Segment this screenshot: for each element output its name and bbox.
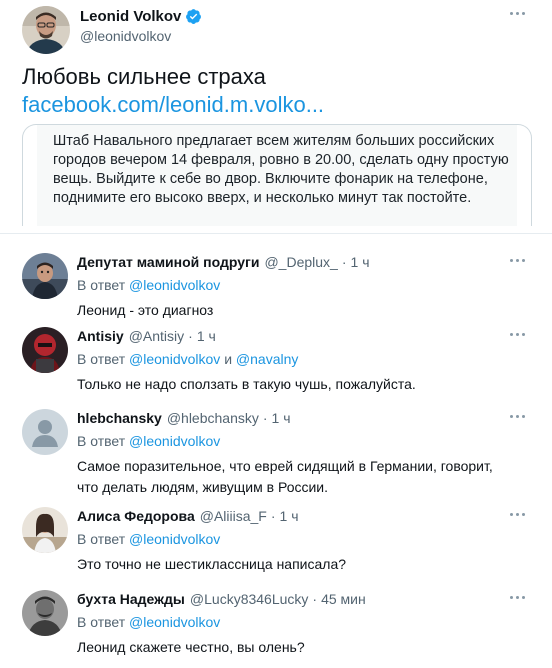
reply-author-name[interactable]: Депутат маминой подруги (77, 254, 259, 270)
link-preview-text: Штаб Навального предлагает всем жителям … (53, 133, 509, 206)
reply-timestamp[interactable]: 1 ч (272, 410, 291, 426)
mention-link[interactable]: @leonidvolkov (129, 614, 220, 630)
reply-header: бухта Надежды @Lucky8346Lucky · 45 мин (77, 591, 366, 607)
reply-text: Самое поразительное, что еврей сидящий в… (77, 458, 493, 495)
reply-author-name[interactable]: Алиса Федорова (77, 508, 195, 524)
reply-author-handle[interactable]: @Antisiy (129, 328, 184, 344)
separator: · (312, 591, 318, 607)
reply-text: Только не надо сползать в такую чушь, по… (77, 376, 416, 392)
reply-timestamp[interactable]: 1 ч (280, 508, 299, 524)
separator: · (341, 254, 347, 270)
tweet-text: Любовь сильнее страха (22, 64, 266, 89)
default-avatar-icon[interactable] (22, 409, 68, 455)
reply-header: Алиса Федорова @Aliiisa_F · 1 ч (77, 508, 299, 524)
avatar[interactable] (22, 327, 68, 373)
reply-timestamp[interactable]: 1 ч (197, 328, 216, 344)
more-options-icon[interactable] (510, 331, 530, 337)
in-reply-to: В ответ @leonidvolkov и @navalny (77, 351, 298, 367)
mention-link[interactable]: @leonidvolkov (129, 277, 220, 293)
mention-link[interactable]: @leonidvolkov (129, 531, 220, 547)
conjunction: и (224, 351, 233, 367)
reply-timestamp[interactable]: 45 мин (321, 591, 366, 607)
in-reply-to: В ответ @leonidvolkov (77, 433, 220, 449)
link-preview-card[interactable]: Штаб Навального предлагает всем жителям … (22, 124, 532, 226)
in-reply-label: В ответ (77, 614, 126, 630)
author-avatar[interactable] (22, 6, 70, 54)
more-options-icon[interactable] (510, 10, 530, 16)
divider (0, 233, 552, 234)
mention-link[interactable]: @leonidvolkov (129, 433, 220, 449)
mention-link[interactable]: @leonidvolkov (129, 351, 220, 367)
reply-author-handle[interactable]: @_Deplux_ (264, 254, 337, 270)
reply-header: hlebchansky @hlebchansky · 1 ч (77, 410, 291, 426)
reply-text: Леонид - это диагноз (77, 302, 214, 318)
more-options-icon[interactable] (510, 594, 530, 600)
tweet-link[interactable]: facebook.com/leonid.m.volko... (22, 92, 324, 118)
author-name[interactable]: Leonid Volkov (80, 8, 202, 25)
in-reply-label: В ответ (77, 531, 126, 547)
separator: · (188, 328, 193, 344)
reply-tweet[interactable]: Antisiy @Antisiy · 1 ч В ответ @leonidvo… (0, 327, 552, 407)
author-handle[interactable]: @leonidvolkov (80, 28, 171, 44)
link-preview-image: Штаб Навального предлагает всем жителям … (37, 125, 517, 226)
reply-tweet[interactable]: Алиса Федорова @Aliiisa_F · 1 ч В ответ … (0, 507, 552, 587)
reply-header: Antisiy @Antisiy · 1 ч (77, 328, 216, 344)
more-options-icon[interactable] (510, 511, 530, 517)
reply-author-name[interactable]: бухта Надежды (77, 591, 185, 607)
reply-tweet[interactable]: Депутат маминой подруги @_Deplux_ · 1 ч … (0, 253, 552, 333)
reply-tweet[interactable]: бухта Надежды @Lucky8346Lucky · 45 мин В… (0, 590, 552, 668)
in-reply-label: В ответ (77, 433, 126, 449)
reply-timestamp[interactable]: 1 ч (351, 254, 370, 270)
mention-link[interactable]: @navalny (236, 351, 298, 367)
in-reply-to: В ответ @leonidvolkov (77, 614, 220, 630)
reply-author-handle[interactable]: @Aliiisa_F (200, 508, 267, 524)
reply-author-name[interactable]: hlebchansky (77, 410, 162, 426)
reply-header: Депутат маминой подруги @_Deplux_ · 1 ч (77, 254, 370, 270)
more-options-icon[interactable] (510, 257, 530, 263)
in-reply-to: В ответ @leonidvolkov (77, 531, 220, 547)
reply-tweet[interactable]: hlebchansky @hlebchansky · 1 ч В ответ @… (0, 409, 552, 495)
in-reply-label: В ответ (77, 277, 126, 293)
separator: · (262, 410, 268, 426)
verified-badge-icon (186, 9, 202, 24)
reply-author-handle[interactable]: @Lucky8346Lucky (190, 591, 309, 607)
reply-text: Это точно не шестиклассница написала? (77, 556, 347, 572)
more-options-icon[interactable] (510, 413, 530, 419)
in-reply-to: В ответ @leonidvolkov (77, 277, 220, 293)
separator: · (270, 508, 276, 524)
in-reply-label: В ответ (77, 351, 126, 367)
avatar[interactable] (22, 507, 68, 553)
avatar[interactable] (22, 590, 68, 636)
avatar[interactable] (22, 253, 68, 299)
reply-author-handle[interactable]: @hlebchansky (167, 410, 259, 426)
reply-text: Леонид скажете честно, вы олень? (77, 639, 305, 655)
reply-author-name[interactable]: Antisiy (77, 328, 124, 344)
